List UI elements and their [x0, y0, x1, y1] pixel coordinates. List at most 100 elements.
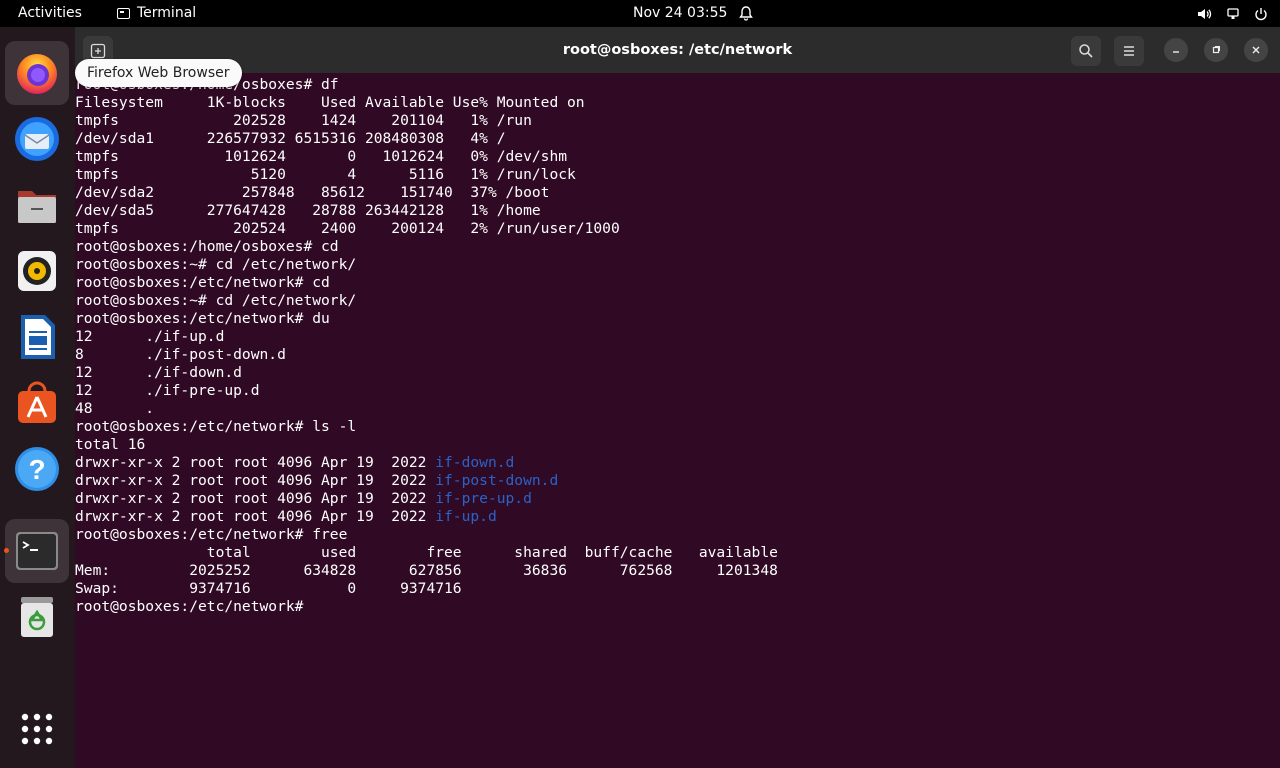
clock[interactable]: Nov 24 03:55 [633, 0, 727, 27]
dock-show-apps[interactable] [5, 697, 69, 761]
terminal-line: 12 ./if-down.d [75, 364, 242, 382]
terminal-line-text: tmpfs 202524 2400 200124 2% /run/user/10… [75, 220, 620, 237]
directory-name: if-down.d [435, 454, 515, 471]
terminal-output[interactable]: root@osboxes:/home/osboxes# dfFilesystem… [75, 73, 1280, 768]
terminal-line: root@osboxes:/home/osboxes# cd [75, 238, 339, 256]
terminal-line: total used free shared buff/cache availa… [75, 544, 778, 562]
dock: ? [0, 27, 75, 768]
libreoffice-writer-icon [21, 315, 55, 359]
terminal-window[interactable]: root@osboxes: /etc/network root@osboxes:… [75, 27, 1280, 768]
app-menu[interactable]: Terminal [117, 0, 196, 27]
terminal-line-text: /dev/sda1 226577932 6515316 208480308 4%… [75, 130, 506, 147]
terminal-line-text: root@osboxes:/etc/network# du [75, 310, 330, 327]
terminal-line-text: 12 ./if-down.d [75, 364, 242, 381]
terminal-line-text: 12 ./if-pre-up.d [75, 382, 260, 399]
app-center-icon [18, 381, 56, 423]
app-name: Terminal [137, 5, 197, 21]
terminal-line-text: total used free shared buff/cache availa… [75, 544, 778, 561]
dock-app-center[interactable] [5, 371, 69, 435]
terminal-line: root@osboxes:/etc/network# free [75, 526, 347, 544]
terminal-line-text: tmpfs 202528 1424 201104 1% /run [75, 112, 532, 129]
window-headerbar[interactable]: root@osboxes: /etc/network [75, 27, 1280, 73]
terminal-line: Filesystem 1K-blocks Used Available Use%… [75, 94, 585, 112]
terminal-line: total 16 [75, 436, 145, 454]
running-indicator [4, 548, 9, 553]
help-icon: ? [15, 447, 59, 491]
terminal-line-text: root@osboxes:~# cd /etc/network/ [75, 292, 357, 309]
dock-thunderbird[interactable] [5, 107, 69, 171]
terminal-line-text: drwxr-xr-x 2 root root 4096 Apr 19 2022 [75, 472, 436, 489]
terminal-line-text: tmpfs 1012624 0 1012624 0% /dev/shm [75, 148, 568, 165]
directory-name: if-up.d [435, 508, 497, 525]
directory-name: if-post-down.d [435, 472, 559, 489]
activities-button[interactable]: Activities [18, 0, 82, 27]
dock-trash[interactable] [5, 585, 69, 649]
search-icon [1079, 44, 1093, 58]
terminal-line: drwxr-xr-x 2 root root 4096 Apr 19 2022 … [75, 490, 532, 508]
terminal-line: /dev/sda5 277647428 28788 263442128 1% /… [75, 202, 541, 220]
terminal-line-text: root@osboxes:/etc/network# free [75, 526, 348, 543]
system-tray[interactable] [1196, 0, 1268, 27]
terminal-line: tmpfs 202528 1424 201104 1% /run [75, 112, 532, 130]
terminal-line: tmpfs 5120 4 5116 1% /run/lock [75, 166, 576, 184]
trash-icon [21, 597, 53, 637]
terminal-line-text: root@osboxes:~# cd /etc/network/ [75, 256, 357, 273]
terminal-app-icon [117, 8, 130, 19]
terminal-line: root@osboxes:/etc/network# ls -l [75, 418, 356, 436]
terminal-line-text: Mem: 2025252 634828 627856 36836 762568 … [75, 562, 778, 579]
hamburger-menu-icon [1124, 46, 1134, 56]
volume-icon [1198, 8, 1212, 19]
notification-bell-icon[interactable] [738, 0, 754, 27]
terminal-line: /dev/sda2 257848 85612 151740 37% /boot [75, 184, 549, 202]
terminal-line: /dev/sda1 226577932 6515316 208480308 4%… [75, 130, 506, 148]
terminal-line-text: tmpfs 5120 4 5116 1% /run/lock [75, 166, 576, 183]
dock-terminal[interactable] [4, 519, 69, 583]
terminal-line-text: Swap: 9374716 0 9374716 [75, 580, 462, 597]
terminal-line: drwxr-xr-x 2 root root 4096 Apr 19 2022 … [75, 508, 497, 526]
terminal-line-text: root@osboxes:/etc/network# ls -l [75, 418, 357, 435]
firefox-icon [17, 54, 57, 94]
terminal-line: root@osboxes:~# cd /etc/network/ [75, 256, 356, 274]
show-apps-icon [21, 713, 53, 745]
close-icon [1252, 46, 1260, 54]
terminal-line-text: 48 . [75, 400, 155, 417]
dock-files[interactable] [5, 173, 69, 237]
dock-help[interactable]: ? [5, 437, 69, 501]
top-bar: Activities Terminal Nov 24 03:55 [0, 0, 1280, 27]
dock-libreoffice-writer[interactable] [5, 305, 69, 369]
terminal-line-text: /dev/sda5 277647428 28788 263442128 1% /… [75, 202, 541, 219]
terminal-line: Swap: 9374716 0 9374716 [75, 580, 462, 598]
network-icon [1227, 7, 1239, 19]
maximize-button[interactable] [1204, 38, 1228, 62]
terminal-scrollbar[interactable] [1274, 73, 1280, 768]
terminal-line-text: drwxr-xr-x 2 root root 4096 Apr 19 2022 [75, 490, 436, 507]
search-button[interactable] [1071, 36, 1101, 66]
terminal-line: root@osboxes:~# cd /etc/network/ [75, 292, 356, 310]
rhythmbox-icon [18, 251, 56, 291]
terminal-line-text: root@osboxes:/etc/network# [75, 598, 313, 615]
thunderbird-icon [15, 117, 59, 161]
terminal-line-text: /dev/sda2 257848 85612 151740 37% /boot [75, 184, 550, 201]
files-icon [18, 191, 56, 223]
terminal-line-text: drwxr-xr-x 2 root root 4096 Apr 19 2022 [75, 454, 436, 471]
minimize-button[interactable] [1164, 38, 1188, 62]
dock-firefox[interactable] [5, 41, 69, 105]
power-icon [1255, 7, 1267, 20]
terminal-line: drwxr-xr-x 2 root root 4096 Apr 19 2022 … [75, 472, 558, 490]
terminal-line: 8 ./if-post-down.d [75, 346, 286, 364]
menu-button[interactable] [1114, 36, 1144, 66]
dock-rhythmbox[interactable] [5, 239, 69, 303]
terminal-line-text: drwxr-xr-x 2 root root 4096 Apr 19 2022 [75, 508, 436, 525]
terminal-line-text: total 16 [75, 436, 146, 453]
directory-name: if-pre-up.d [435, 490, 532, 507]
close-button[interactable] [1244, 38, 1268, 62]
terminal-line: Mem: 2025252 634828 627856 36836 762568 … [75, 562, 778, 580]
terminal-line: root@osboxes:/etc/network# [75, 598, 312, 616]
terminal-icon [16, 532, 58, 570]
terminal-line-text: Filesystem 1K-blocks Used Available Use%… [75, 94, 585, 111]
terminal-line: 12 ./if-up.d [75, 328, 224, 346]
terminal-line-text: root@osboxes:/etc/network# cd [75, 274, 330, 291]
terminal-line: root@osboxes:/etc/network# du [75, 310, 330, 328]
terminal-line: 48 . [75, 400, 154, 418]
terminal-line: 12 ./if-pre-up.d [75, 382, 260, 400]
